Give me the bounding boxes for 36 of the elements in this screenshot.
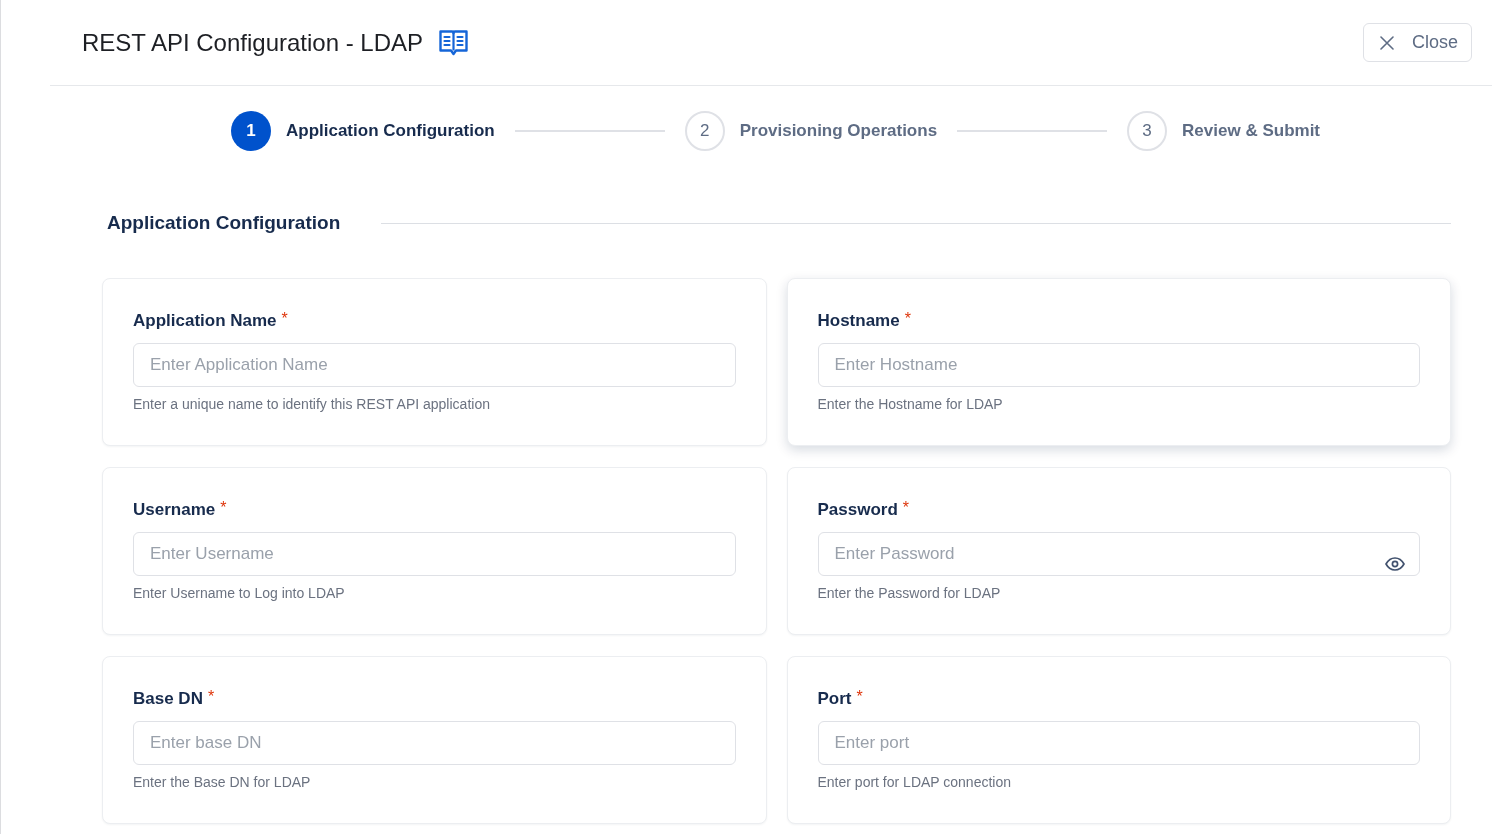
help-text: Enter port for LDAP connection — [817, 773, 1013, 792]
close-button[interactable]: Close — [1362, 23, 1472, 62]
section-heading: Application Configuration — [106, 211, 341, 235]
step-number: 1 — [230, 111, 271, 151]
help-text: Enter a unique name to identify this REST API application — [133, 395, 491, 414]
help-text: Enter the Hostname for LDAP — [817, 395, 1004, 414]
text-field[interactable]: Enter port — [817, 721, 1420, 765]
text-field[interactable]: Enter base DN — [133, 721, 736, 765]
step-label: Provisioning Operations — [739, 121, 938, 141]
required-mark: * — [902, 500, 910, 516]
step-number: 2 — [684, 111, 725, 151]
step-number: 3 — [1127, 111, 1168, 151]
help-text: Enter the Base DN for LDAP — [133, 773, 312, 792]
required-mark: * — [904, 311, 911, 327]
field-label: Hostname — [817, 311, 900, 331]
required-mark: * — [856, 689, 863, 705]
help-text: Enter Username to Log into LDAP — [133, 584, 346, 603]
page-title: REST API Configuration - LDAP — [82, 27, 424, 58]
required-mark: * — [220, 500, 227, 516]
field-label: Port — [817, 689, 852, 709]
field-label: Password — [817, 500, 898, 520]
field-label: Base DN — [133, 689, 203, 709]
book-icon[interactable] — [439, 29, 469, 56]
field-label: Username — [133, 500, 216, 520]
required-mark: * — [207, 689, 215, 705]
eye-icon[interactable] — [1385, 557, 1405, 571]
step-label: Application Configuration — [285, 121, 495, 141]
required-mark: * — [281, 311, 288, 327]
close-icon — [1379, 35, 1394, 50]
help-text: Enter the Password for LDAP — [817, 584, 1002, 603]
field-label: Application Name — [133, 311, 277, 331]
password-field[interactable]: Enter Password — [817, 532, 1420, 576]
text-field[interactable]: Enter Application Name — [133, 343, 736, 387]
text-field[interactable]: Enter Username — [133, 532, 736, 576]
text-field[interactable]: Enter Hostname — [817, 343, 1420, 387]
step-label: Review & Submit — [1182, 121, 1320, 141]
